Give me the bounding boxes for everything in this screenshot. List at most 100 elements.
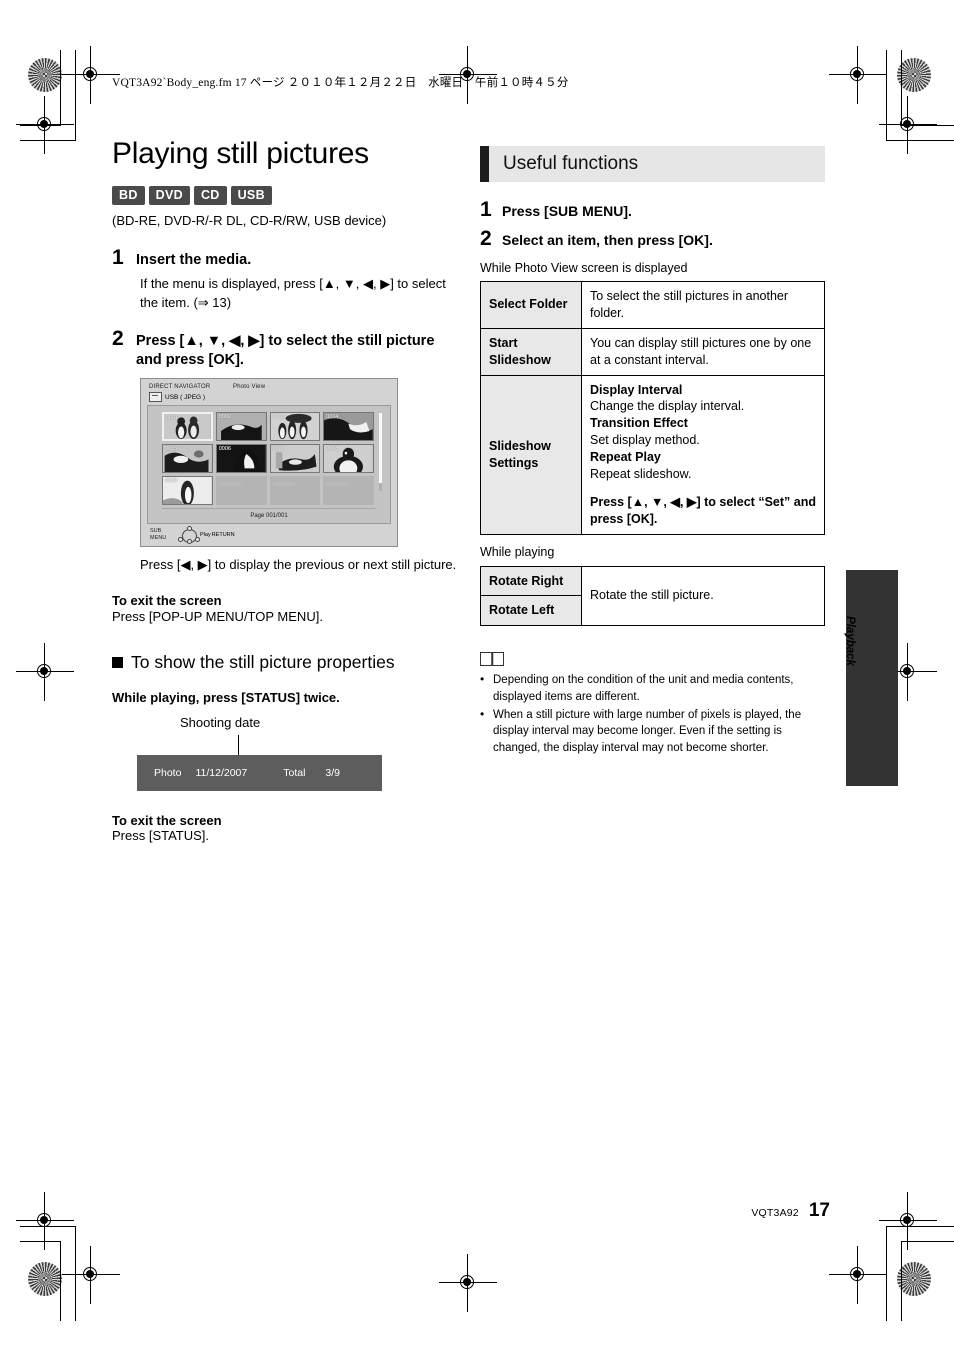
step-1-number: 1 xyxy=(112,246,124,269)
status-photo-label: Photo xyxy=(154,767,182,780)
left-column: Playing still pictures BD DVD CD USB (BD-RE… xyxy=(112,137,457,843)
thumbnail-number: 0001 xyxy=(166,415,179,422)
function-name-select-folder: Select Folder xyxy=(480,281,582,329)
function-name-slideshow-settings: Slideshow Settings xyxy=(480,374,582,535)
thumbnail-item[interactable]: 0006 xyxy=(215,444,267,474)
sub-menu-hint: SUB MENU xyxy=(150,528,167,541)
thumbnail-empty xyxy=(215,476,267,506)
function-name-rotate-left: Rotate Left xyxy=(480,595,582,627)
photo-view-functions-table: Select Folder To select the still pictur… xyxy=(480,281,825,535)
thumbnail-item[interactable]: 0008 xyxy=(323,444,374,474)
status-date-value: 11/12/2007 xyxy=(195,767,248,780)
thumbnail-number: 0003 xyxy=(272,414,285,421)
right-step-1-text: Press [SUB MENU]. xyxy=(502,203,632,219)
screenshot-footer: SUB MENU Play RETURN xyxy=(147,525,391,544)
while-playing-functions-table: Rotate Right Rotate the still picture. R… xyxy=(480,565,825,627)
page-number: 17 xyxy=(808,1200,830,1221)
step-2-number: 2 xyxy=(112,326,124,350)
dpad-icon xyxy=(178,525,200,544)
right-step-1-number: 1 xyxy=(480,198,492,221)
setting-repeat-play-desc: Repeat slideshow. xyxy=(590,466,692,481)
thumbnail-item[interactable]: 0001 xyxy=(162,412,213,442)
exit-screen-heading-2: To exit the screen xyxy=(112,813,222,829)
document-code: VQT3A92 xyxy=(751,1207,799,1219)
exit-screen-heading-1: To exit the screen xyxy=(112,593,222,609)
useful-functions-title: Useful functions xyxy=(503,153,639,174)
badge-cd: CD xyxy=(193,186,227,205)
thumbnail-number: 0006 xyxy=(218,446,231,453)
thumbnail-number: 0009 xyxy=(165,478,178,485)
play-hint: Play xyxy=(200,531,211,538)
exit-screen-text-1: Press [POP-UP MENU/TOP MENU]. xyxy=(112,609,323,625)
thumbnail-number: 0007 xyxy=(272,446,285,453)
direct-navigator-screenshot: DIRECT NAVIGATOR Photo View USB ( JPEG ) xyxy=(140,378,398,548)
badge-dvd: DVD xyxy=(148,186,190,205)
status-bar-illustration: Shooting date Photo 11/12/2007 Total 3/9 xyxy=(112,715,457,801)
open-book-icon xyxy=(480,652,504,667)
thumbnail-item[interactable]: 0002 xyxy=(215,412,267,442)
notes-list: Depending on the condition of the unit a… xyxy=(480,671,825,756)
media-badges: BD DVD CD USB xyxy=(112,186,457,205)
square-bullet-icon xyxy=(112,657,123,669)
table2-intro: While playing xyxy=(480,544,555,559)
media-types-line: (BD-RE, DVD-R/-R DL, CD-R/RW, USB device… xyxy=(112,213,387,228)
useful-functions-header: Useful functions xyxy=(480,146,825,182)
step-1: 1 Insert the media. xyxy=(112,246,457,270)
function-desc-select-folder: To select the still pictures in another … xyxy=(581,281,825,329)
function-desc-slideshow-settings: Display Interval Change the display inte… xyxy=(581,374,825,535)
page-title: Playing still pictures xyxy=(112,137,369,170)
header-accent-bar xyxy=(480,146,489,182)
right-step-2-text: Select an item, then press [OK]. xyxy=(502,232,713,248)
chapter-tab-label: Playback xyxy=(844,616,856,666)
exit-screen-text-2: Press [STATUS]. xyxy=(112,828,210,844)
note-item: When a still picture with large number o… xyxy=(480,706,825,756)
thumbnail-item[interactable]: 0009 xyxy=(162,476,213,506)
screenshot-page-indicator: Page 001/001 xyxy=(162,508,376,521)
screenshot-thumbnail-panel: 0001 0002 0003 0004 0005 0006 0007 0008 … xyxy=(147,405,391,525)
thumbnail-grid: 0001 0002 0003 0004 0005 0006 0007 0008 … xyxy=(162,412,374,506)
table-row: Start Slideshow You can display still pi… xyxy=(480,327,825,376)
thumbnail-item[interactable]: 0005 xyxy=(162,444,213,474)
function-desc-rotate: Rotate the still picture. xyxy=(581,565,825,627)
thumbnail-number: 0004 xyxy=(326,414,339,421)
screenshot-title: DIRECT NAVIGATOR xyxy=(149,384,211,391)
page-footer: VQT3A92 17 xyxy=(700,1200,830,1222)
thumbnail-number: 0008 xyxy=(326,446,339,453)
screenshot-topbar: DIRECT NAVIGATOR Photo View xyxy=(147,384,391,390)
table-row: Rotate Right Rotate the still picture. xyxy=(480,565,825,627)
thumbnail-number: 0002 xyxy=(218,414,231,421)
thumbnail-item[interactable]: 0007 xyxy=(269,444,321,474)
setting-transition-effect-title: Transition Effect xyxy=(590,416,688,431)
status-total-label: Total xyxy=(283,767,306,780)
page-content: Playing still pictures BD DVD CD USB (BD-RE… xyxy=(0,0,954,1351)
thumbnail-scrollbar[interactable] xyxy=(379,413,382,492)
screenshot-caption: Press [◀, ▶] to display the previous or … xyxy=(140,557,457,573)
right-column: Useful functions 1 Press [SUB MENU]. 2 S… xyxy=(480,146,825,758)
note-item: Depending on the condition of the unit a… xyxy=(480,671,825,705)
function-desc-start-slideshow: You can display still pictures one by on… xyxy=(581,327,825,376)
status-count-value: 3/9 xyxy=(325,767,341,780)
badge-usb: USB xyxy=(230,186,272,205)
right-step-2-number: 2 xyxy=(480,227,492,250)
function-name-rotate-right: Rotate Right xyxy=(480,565,582,597)
thumbnail-empty xyxy=(269,476,321,506)
badge-bd: BD xyxy=(112,186,145,205)
setting-display-interval-title: Display Interval xyxy=(590,382,683,397)
slideshow-settings-footer: Press [▲, ▼, ◀, ▶] to select “Set” and p… xyxy=(590,494,816,526)
step-2-heading: Press [▲, ▼, ◀, ▶] to select the still p… xyxy=(136,332,435,368)
right-step-2: 2 Select an item, then press [OK]. xyxy=(480,227,825,251)
thumbnail-empty xyxy=(323,476,374,506)
return-hint: RETURN xyxy=(211,531,235,538)
status-bar: Photo 11/12/2007 Total 3/9 xyxy=(137,755,382,792)
step-1-heading: Insert the media. xyxy=(136,252,252,268)
table1-intro: While Photo View screen is displayed xyxy=(480,261,688,275)
thumbnail-item[interactable]: 0003 xyxy=(269,412,321,442)
screenshot-mode: Photo View xyxy=(233,384,266,391)
notes-section: Depending on the condition of the unit a… xyxy=(480,652,825,756)
thumbnail-item[interactable]: 0004 xyxy=(323,412,374,442)
step-2: 2 Press [▲, ▼, ◀, ▶] to select the still… xyxy=(112,327,457,370)
table-row: Select Folder To select the still pictur… xyxy=(480,281,825,329)
status-instruction: While playing, press [STATUS] twice. xyxy=(112,690,340,706)
section-properties-heading: To show the still picture properties xyxy=(112,652,457,673)
usb-drive-icon xyxy=(149,392,162,403)
